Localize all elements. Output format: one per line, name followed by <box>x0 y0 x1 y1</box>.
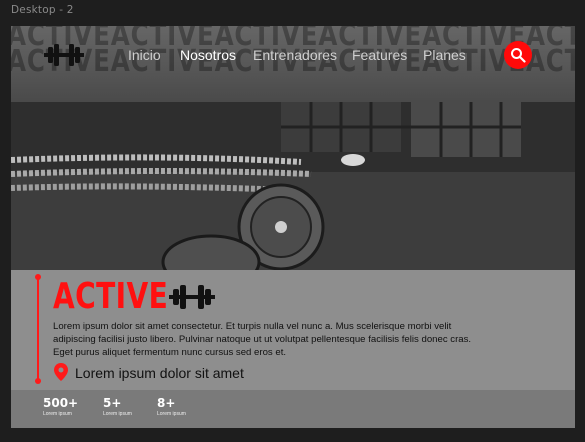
about-section: ACTIVE Lorem ipsum dolor sit amet consec… <box>11 270 575 390</box>
header: ACTIVEACTIVEACTIVEACTIVEACTIVEACTIVE ACT… <box>11 26 575 102</box>
stat-caption: Lorem ipsum <box>43 411 72 417</box>
stat-item: 8+ Lorem ipsum <box>157 396 186 417</box>
search-icon <box>511 48 526 63</box>
hero-image <box>11 102 575 270</box>
stat-caption: Lorem ipsum <box>103 411 132 417</box>
nav-item-inicio[interactable]: Inicio <box>128 47 161 63</box>
search-button[interactable] <box>504 41 532 69</box>
nav-item-planes[interactable]: Planes <box>423 47 466 63</box>
dumbbell-icon[interactable] <box>44 43 84 67</box>
stat-value: 500+ <box>43 396 79 410</box>
accent-dot <box>35 274 41 280</box>
stats-bar: 500+ Lorem ipsum 5+ Lorem ipsum 8+ Lorem… <box>11 390 575 428</box>
brand-title: ACTIVE <box>53 276 169 317</box>
nav-item-features[interactable]: Features <box>352 47 407 63</box>
frame-label: Desktop - 2 <box>11 4 74 16</box>
map-pin-icon <box>54 363 68 381</box>
barbell-on-gym-floor-icon <box>11 102 575 270</box>
dumbbell-icon <box>169 285 215 309</box>
accent-line <box>37 276 39 382</box>
accent-dot <box>35 378 41 384</box>
about-description: Lorem ipsum dolor sit amet consectetur. … <box>53 321 472 359</box>
nav-item-nosotros[interactable]: Nosotros <box>180 47 236 63</box>
stat-caption: Lorem ipsum <box>157 411 186 417</box>
nav-item-entrenadores[interactable]: Entrenadores <box>253 47 337 63</box>
location-text: Lorem ipsum dolor sit amet <box>75 365 244 381</box>
stat-item: 5+ Lorem ipsum <box>103 396 132 417</box>
stat-item: 500+ Lorem ipsum <box>43 396 78 417</box>
stat-value: 8+ <box>157 396 176 410</box>
stat-value: 5+ <box>103 396 122 410</box>
desktop-frame: ACTIVEACTIVEACTIVEACTIVEACTIVEACTIVE ACT… <box>11 26 575 428</box>
